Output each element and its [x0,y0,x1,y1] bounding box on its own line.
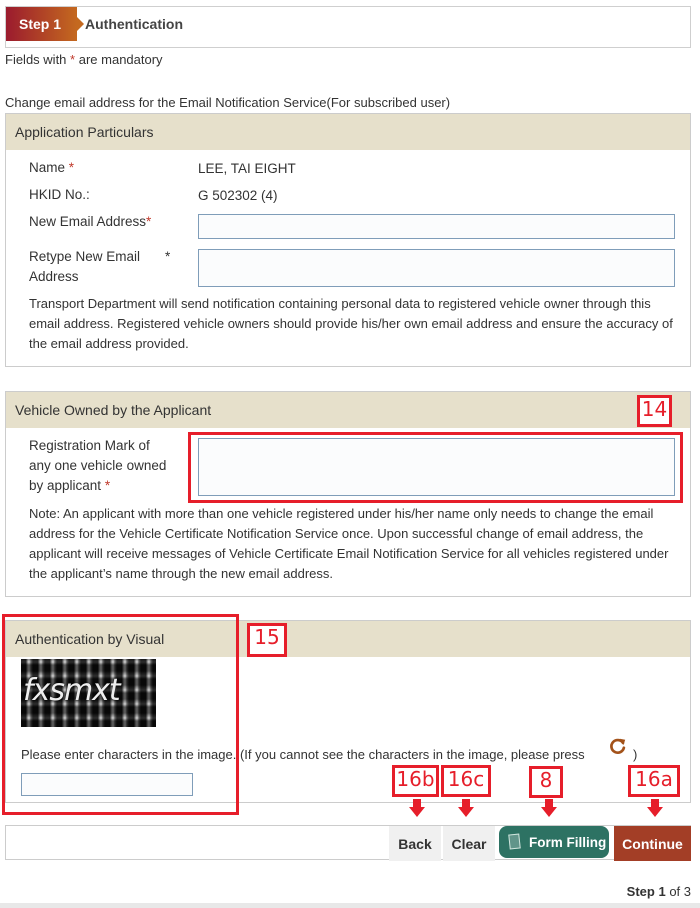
annotation-label-14: 14 [637,395,672,427]
registration-mark-input[interactable] [198,438,675,496]
captcha-input[interactable] [21,773,193,796]
form-filling-button[interactable]: Form Filling [499,826,609,858]
mandatory-note: Fields with * are mandatory [5,52,163,67]
refresh-icon[interactable] [609,737,627,755]
mandatory-prefix: Fields with [5,52,67,67]
captcha-instruction-end: ) [633,747,638,762]
annotation-label-16b: 16b [392,765,439,797]
new-email-input[interactable] [198,214,675,239]
step-count-suffix: of 3 [669,884,691,899]
retype-email-label-line2: Address [29,269,79,284]
reg-label-line1: Registration Mark of [29,438,150,453]
reg-label-line3: by applicant [29,478,102,493]
captcha-text: fxsmxt [23,673,121,708]
captcha-instruction-text: Please enter characters in the image. (I… [21,747,585,762]
back-button[interactable]: Back [389,826,441,861]
bottom-divider [0,903,700,908]
continue-button[interactable]: Continue [614,826,691,861]
hkid-label: HKID No.: [29,187,90,202]
step-count-current: 1 [658,884,666,899]
annotation-label-8: 8 [529,766,563,798]
hkid-value: G 502302 (4) [198,188,278,203]
new-email-label-text: New Email Address [29,214,147,229]
application-particulars-heading: Application Particulars [6,114,690,150]
annotation-label-16a: 16a [628,765,680,797]
email-notice: Transport Department will send notificat… [29,296,673,351]
name-value: LEE, TAI EIGHT [198,161,296,176]
name-label: Name * [29,158,74,178]
captcha-instruction: Please enter characters in the image. (I… [21,745,621,765]
visual-auth-heading: Authentication by Visual [6,621,690,657]
arrow-down-icon [458,799,474,817]
step-count: Step 1 of 3 [627,884,691,899]
new-email-label: New Email Address* [29,212,151,232]
required-asterisk: * [146,214,152,229]
clear-button[interactable]: Clear [443,826,495,861]
arrow-down-icon [541,799,557,817]
registration-mark-label: Registration Mark of any one vehicle own… [29,436,166,496]
step-chip: Step 1 [6,7,84,41]
required-asterisk: * [165,249,171,264]
required-asterisk: * [68,160,75,175]
step-header: Step 1 Authentication [5,6,691,48]
form-filling-icon [508,833,521,850]
step-title: Authentication [85,16,183,32]
reg-label-line2: any one vehicle owned [29,458,167,473]
arrow-down-icon [647,799,663,817]
mandatory-suffix: are mandatory [78,52,163,67]
annotation-label-15: 15 [247,623,287,657]
vehicle-heading: Vehicle Owned by the Applicant [6,392,690,428]
captcha-image: fxsmxt [21,659,156,727]
retype-email-input[interactable] [198,249,675,287]
form-filling-label: Form Filling [529,834,607,850]
required-asterisk: * [104,478,111,493]
name-label-text: Name [29,160,66,175]
retype-email-label-line1: Retype New Email [29,249,141,264]
annotation-label-16c: 16c [441,765,491,797]
arrow-down-icon [409,799,425,817]
intro-text: Change email address for the Email Notif… [5,95,451,110]
vehicle-note: Note: An applicant with more than one ve… [29,506,669,581]
retype-email-label: Retype New Email Address [29,247,140,287]
step-count-prefix: Step [626,884,655,899]
required-asterisk: * [70,52,76,67]
